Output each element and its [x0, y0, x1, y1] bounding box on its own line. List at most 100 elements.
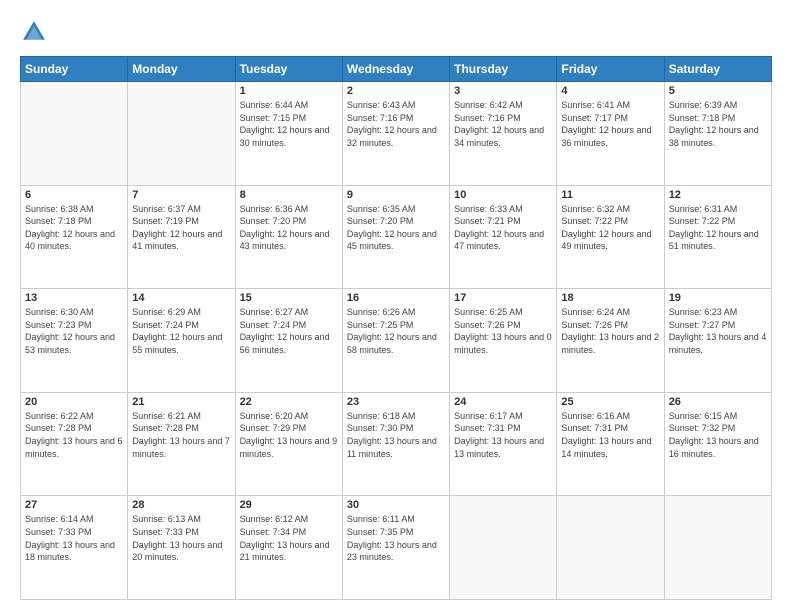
day-number: 13: [25, 292, 123, 304]
calendar-cell: 12Sunrise: 6:31 AM Sunset: 7:22 PM Dayli…: [664, 185, 771, 289]
calendar-cell: 10Sunrise: 6:33 AM Sunset: 7:21 PM Dayli…: [450, 185, 557, 289]
day-info: Sunrise: 6:22 AM Sunset: 7:28 PM Dayligh…: [25, 410, 123, 460]
day-number: 7: [132, 189, 230, 201]
calendar-cell: 9 Sunrise: 6:35 AM Sunset: 7:20 PM Daylig…: [342, 185, 449, 289]
weekday-header-sunday: Sunday: [21, 57, 128, 82]
calendar-cell: 16Sunrise: 6:26 AM Sunset: 7:25 PM Dayli…: [342, 289, 449, 393]
header: [20, 18, 772, 46]
calendar-cell: 29 Sunrise: 6:12 AM Sunset: 7:34 PM Dayli…: [235, 496, 342, 600]
weekday-header-friday: Friday: [557, 57, 664, 82]
day-number: 4: [561, 85, 659, 97]
day-info: Sunrise: 6:32 AM Sunset: 7:22 PM Dayligh…: [561, 203, 659, 253]
day-number: 2: [347, 85, 445, 97]
day-info: Sunrise: 6:12 AM Sunset: 7:34 PM Dayligh…: [240, 513, 338, 563]
day-number: 10: [454, 189, 552, 201]
calendar-cell: 26 Sunrise: 6:15 AM Sunset: 7:32 PM Dayli…: [664, 392, 771, 496]
day-number: 26: [669, 396, 767, 408]
day-info: Sunrise: 6:35 AM Sunset: 7:20 PM Dayligh…: [347, 203, 445, 253]
day-info: Sunrise: 6:29 AM Sunset: 7:24 PM Dayligh…: [132, 306, 230, 356]
day-number: 9: [347, 189, 445, 201]
calendar-cell: 28Sunrise: 6:13 AM Sunset: 7:33 PM Dayli…: [128, 496, 235, 600]
day-number: 20: [25, 396, 123, 408]
day-number: 15: [240, 292, 338, 304]
day-info: Sunrise: 6:41 AM Sunset: 7:17 PM Dayligh…: [561, 99, 659, 149]
calendar-cell: 21 Sunrise: 6:21 AM Sunset: 7:28 PM Dayli…: [128, 392, 235, 496]
calendar-cell: 23 Sunrise: 6:18 AM Sunset: 7:30 PM Dayli…: [342, 392, 449, 496]
day-number: 18: [561, 292, 659, 304]
calendar-cell: 18 Sunrise: 6:24 AM Sunset: 7:26 PM Dayli…: [557, 289, 664, 393]
day-info: Sunrise: 6:14 AM Sunset: 7:33 PM Dayligh…: [25, 513, 123, 563]
day-info: Sunrise: 6:15 AM Sunset: 7:32 PM Dayligh…: [669, 410, 767, 460]
calendar-cell: 17 Sunrise: 6:25 AM Sunset: 7:26 PM Dayli…: [450, 289, 557, 393]
day-info: Sunrise: 6:23 AM Sunset: 7:27 PM Dayligh…: [669, 306, 767, 356]
day-number: 28: [132, 499, 230, 511]
day-info: Sunrise: 6:21 AM Sunset: 7:28 PM Dayligh…: [132, 410, 230, 460]
calendar-table: SundayMondayTuesdayWednesdayThursdayFrid…: [20, 56, 772, 600]
day-number: 21: [132, 396, 230, 408]
day-number: 11: [561, 189, 659, 201]
calendar-cell: [21, 82, 128, 186]
day-number: 30: [347, 499, 445, 511]
calendar-cell: 6 Sunrise: 6:38 AM Sunset: 7:18 PM Daylig…: [21, 185, 128, 289]
day-info: Sunrise: 6:27 AM Sunset: 7:24 PM Dayligh…: [240, 306, 338, 356]
day-number: 14: [132, 292, 230, 304]
day-number: 22: [240, 396, 338, 408]
day-info: Sunrise: 6:44 AM Sunset: 7:15 PM Dayligh…: [240, 99, 338, 149]
calendar-cell: 13 Sunrise: 6:30 AM Sunset: 7:23 PM Dayli…: [21, 289, 128, 393]
day-info: Sunrise: 6:36 AM Sunset: 7:20 PM Dayligh…: [240, 203, 338, 253]
day-number: 17: [454, 292, 552, 304]
page: SundayMondayTuesdayWednesdayThursdayFrid…: [0, 0, 792, 612]
calendar-cell: 30 Sunrise: 6:11 AM Sunset: 7:35 PM Dayli…: [342, 496, 449, 600]
day-number: 19: [669, 292, 767, 304]
calendar-week-2: 6 Sunrise: 6:38 AM Sunset: 7:18 PM Daylig…: [21, 185, 772, 289]
weekday-header-saturday: Saturday: [664, 57, 771, 82]
day-number: 23: [347, 396, 445, 408]
day-number: 3: [454, 85, 552, 97]
day-info: Sunrise: 6:39 AM Sunset: 7:18 PM Dayligh…: [669, 99, 767, 149]
day-info: Sunrise: 6:11 AM Sunset: 7:35 PM Dayligh…: [347, 513, 445, 563]
weekday-header-tuesday: Tuesday: [235, 57, 342, 82]
calendar-cell: 5 Sunrise: 6:39 AM Sunset: 7:18 PM Daylig…: [664, 82, 771, 186]
logo: [20, 18, 52, 46]
day-info: Sunrise: 6:18 AM Sunset: 7:30 PM Dayligh…: [347, 410, 445, 460]
weekday-header-thursday: Thursday: [450, 57, 557, 82]
calendar-cell: 14 Sunrise: 6:29 AM Sunset: 7:24 PM Dayli…: [128, 289, 235, 393]
calendar-cell: 20 Sunrise: 6:22 AM Sunset: 7:28 PM Dayli…: [21, 392, 128, 496]
calendar-week-4: 20 Sunrise: 6:22 AM Sunset: 7:28 PM Dayli…: [21, 392, 772, 496]
day-info: Sunrise: 6:30 AM Sunset: 7:23 PM Dayligh…: [25, 306, 123, 356]
day-info: Sunrise: 6:26 AM Sunset: 7:25 PM Dayligh…: [347, 306, 445, 356]
calendar-cell: [450, 496, 557, 600]
weekday-header-row: SundayMondayTuesdayWednesdayThursdayFrid…: [21, 57, 772, 82]
day-info: Sunrise: 6:37 AM Sunset: 7:19 PM Dayligh…: [132, 203, 230, 253]
calendar-cell: [664, 496, 771, 600]
day-number: 5: [669, 85, 767, 97]
calendar-cell: 7 Sunrise: 6:37 AM Sunset: 7:19 PM Daylig…: [128, 185, 235, 289]
calendar-cell: 3 Sunrise: 6:42 AM Sunset: 7:16 PM Daylig…: [450, 82, 557, 186]
day-number: 27: [25, 499, 123, 511]
calendar-cell: 8Sunrise: 6:36 AM Sunset: 7:20 PM Daylig…: [235, 185, 342, 289]
weekday-header-wednesday: Wednesday: [342, 57, 449, 82]
calendar-cell: 25 Sunrise: 6:16 AM Sunset: 7:31 PM Dayli…: [557, 392, 664, 496]
calendar-cell: 2 Sunrise: 6:43 AM Sunset: 7:16 PM Daylig…: [342, 82, 449, 186]
day-info: Sunrise: 6:38 AM Sunset: 7:18 PM Dayligh…: [25, 203, 123, 253]
day-number: 1: [240, 85, 338, 97]
day-number: 24: [454, 396, 552, 408]
day-number: 25: [561, 396, 659, 408]
day-info: Sunrise: 6:42 AM Sunset: 7:16 PM Dayligh…: [454, 99, 552, 149]
day-info: Sunrise: 6:43 AM Sunset: 7:16 PM Dayligh…: [347, 99, 445, 149]
calendar-cell: 19 Sunrise: 6:23 AM Sunset: 7:27 PM Dayli…: [664, 289, 771, 393]
weekday-header-monday: Monday: [128, 57, 235, 82]
calendar-cell: [128, 82, 235, 186]
day-info: Sunrise: 6:24 AM Sunset: 7:26 PM Dayligh…: [561, 306, 659, 356]
calendar-cell: 22 Sunrise: 6:20 AM Sunset: 7:29 PM Dayli…: [235, 392, 342, 496]
day-info: Sunrise: 6:20 AM Sunset: 7:29 PM Dayligh…: [240, 410, 338, 460]
calendar-cell: 1 Sunrise: 6:44 AM Sunset: 7:15 PM Daylig…: [235, 82, 342, 186]
day-info: Sunrise: 6:25 AM Sunset: 7:26 PM Dayligh…: [454, 306, 552, 356]
day-number: 6: [25, 189, 123, 201]
calendar-week-5: 27 Sunrise: 6:14 AM Sunset: 7:33 PM Dayli…: [21, 496, 772, 600]
day-info: Sunrise: 6:16 AM Sunset: 7:31 PM Dayligh…: [561, 410, 659, 460]
day-number: 29: [240, 499, 338, 511]
calendar-week-3: 13 Sunrise: 6:30 AM Sunset: 7:23 PM Dayli…: [21, 289, 772, 393]
logo-icon: [20, 18, 48, 46]
calendar-cell: 24Sunrise: 6:17 AM Sunset: 7:31 PM Dayli…: [450, 392, 557, 496]
